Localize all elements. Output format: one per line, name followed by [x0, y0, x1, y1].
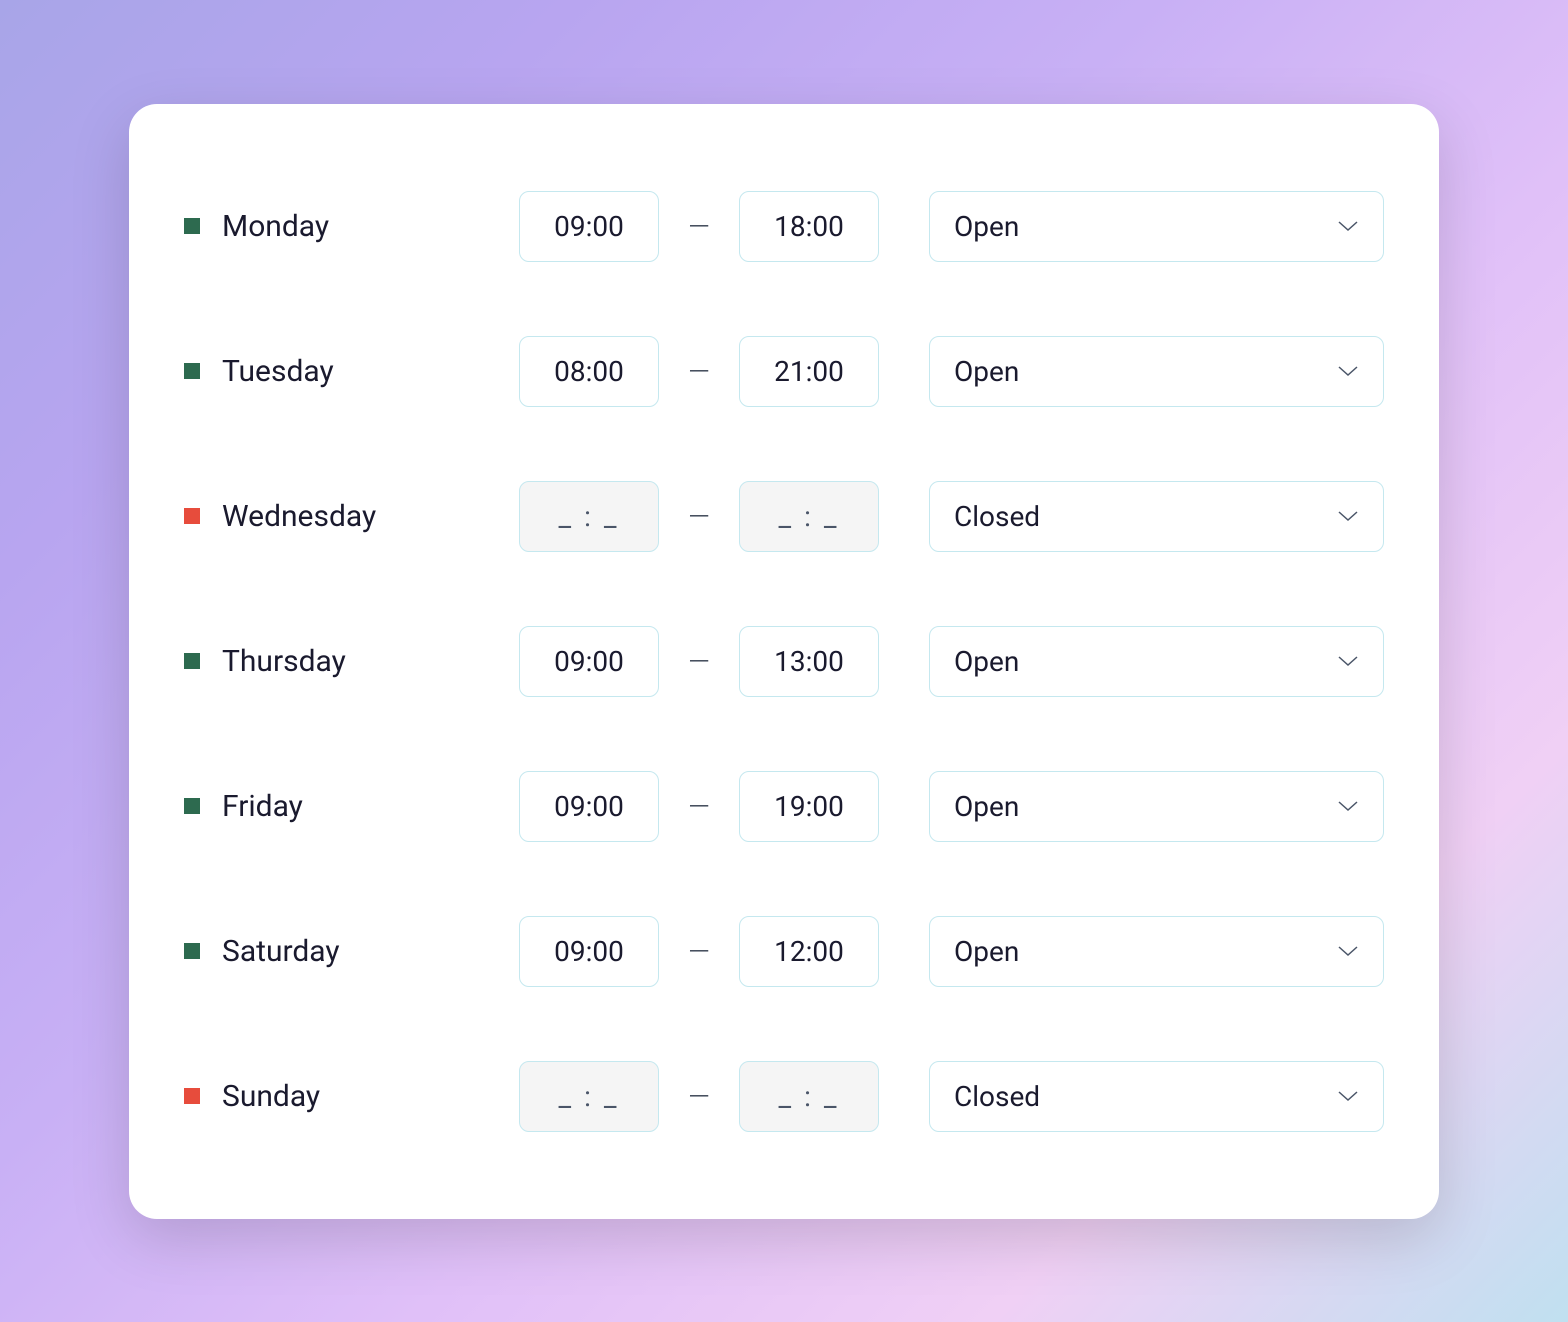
schedule-row-tuesday: Tuesday — Open — [184, 299, 1384, 444]
status-indicator-icon — [184, 1088, 200, 1104]
chevron-down-icon — [1337, 655, 1359, 667]
start-time-input[interactable] — [519, 481, 659, 552]
schedule-row-thursday: Thursday — Open — [184, 589, 1384, 734]
day-label: Friday — [184, 789, 504, 824]
status-dropdown[interactable]: Open — [929, 191, 1384, 262]
time-separator: — — [674, 790, 724, 823]
end-time-input[interactable] — [739, 771, 879, 842]
chevron-down-icon — [1337, 510, 1359, 522]
status-dropdown[interactable]: Open — [929, 336, 1384, 407]
start-time-input[interactable] — [519, 771, 659, 842]
schedule-row-wednesday: Wednesday — Closed — [184, 444, 1384, 589]
day-label: Sunday — [184, 1079, 504, 1114]
chevron-down-icon — [1337, 945, 1359, 957]
time-separator: — — [674, 210, 724, 243]
status-indicator-icon — [184, 508, 200, 524]
time-separator: — — [674, 935, 724, 968]
start-time-input[interactable] — [519, 626, 659, 697]
status-indicator-icon — [184, 943, 200, 959]
day-label: Monday — [184, 209, 504, 244]
time-separator: — — [674, 500, 724, 533]
status-indicator-icon — [184, 363, 200, 379]
status-label: Open — [954, 645, 1019, 678]
day-name: Sunday — [222, 1079, 320, 1114]
time-separator: — — [674, 355, 724, 388]
status-indicator-icon — [184, 798, 200, 814]
start-time-input[interactable] — [519, 1061, 659, 1132]
end-time-input[interactable] — [739, 481, 879, 552]
day-name: Monday — [222, 209, 329, 244]
status-label: Open — [954, 210, 1019, 243]
start-time-input[interactable] — [519, 336, 659, 407]
end-time-input[interactable] — [739, 916, 879, 987]
day-name: Thursday — [222, 644, 346, 679]
day-name: Tuesday — [222, 354, 334, 389]
start-time-input[interactable] — [519, 916, 659, 987]
status-label: Closed — [954, 500, 1040, 533]
status-dropdown[interactable]: Open — [929, 771, 1384, 842]
status-label: Closed — [954, 1080, 1040, 1113]
day-name: Friday — [222, 789, 303, 824]
start-time-input[interactable] — [519, 191, 659, 262]
day-label: Saturday — [184, 934, 504, 969]
schedule-row-monday: Monday — Open — [184, 154, 1384, 299]
end-time-input[interactable] — [739, 1061, 879, 1132]
status-indicator-icon — [184, 653, 200, 669]
chevron-down-icon — [1337, 1090, 1359, 1102]
status-dropdown[interactable]: Closed — [929, 481, 1384, 552]
day-label: Thursday — [184, 644, 504, 679]
status-dropdown[interactable]: Open — [929, 626, 1384, 697]
status-indicator-icon — [184, 218, 200, 234]
end-time-input[interactable] — [739, 191, 879, 262]
schedule-row-sunday: Sunday — Closed — [184, 1024, 1384, 1169]
status-label: Open — [954, 790, 1019, 823]
schedule-card: Monday — Open Tuesday — Open Wednesday — — [129, 104, 1439, 1219]
chevron-down-icon — [1337, 800, 1359, 812]
status-label: Open — [954, 935, 1019, 968]
status-label: Open — [954, 355, 1019, 388]
day-name: Wednesday — [222, 499, 376, 534]
status-dropdown[interactable]: Open — [929, 916, 1384, 987]
time-separator: — — [674, 645, 724, 678]
chevron-down-icon — [1337, 220, 1359, 232]
time-separator: — — [674, 1080, 724, 1113]
day-label: Tuesday — [184, 354, 504, 389]
chevron-down-icon — [1337, 365, 1359, 377]
status-dropdown[interactable]: Closed — [929, 1061, 1384, 1132]
day-label: Wednesday — [184, 499, 504, 534]
end-time-input[interactable] — [739, 626, 879, 697]
schedule-row-saturday: Saturday — Open — [184, 879, 1384, 1024]
day-name: Saturday — [222, 934, 340, 969]
schedule-row-friday: Friday — Open — [184, 734, 1384, 879]
end-time-input[interactable] — [739, 336, 879, 407]
